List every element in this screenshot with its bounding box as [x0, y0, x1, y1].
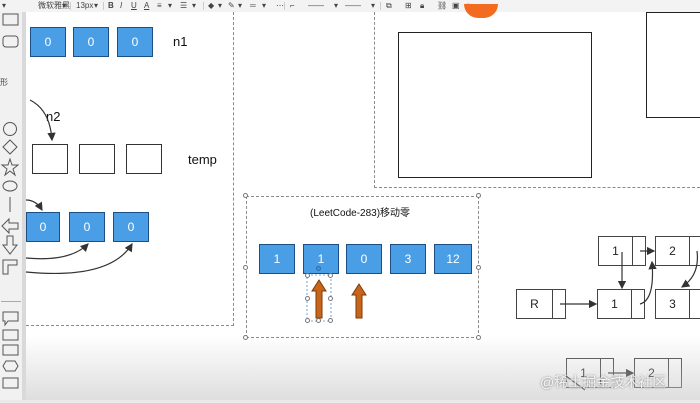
container-handle[interactable]: [476, 335, 481, 340]
resize-handle[interactable]: [305, 318, 310, 323]
container-handle[interactable]: [476, 265, 481, 270]
resize-handle[interactable]: [305, 273, 310, 278]
list-connector: [639, 260, 657, 305]
resize-handle[interactable]: [328, 273, 333, 278]
container-handle[interactable]: [243, 265, 248, 270]
temp-connector: [25, 199, 43, 212]
resize-handle[interactable]: [316, 318, 321, 323]
resize-handle[interactable]: [316, 266, 321, 271]
container-handle[interactable]: [243, 335, 248, 340]
pointer-arrow-up-icon: [311, 279, 327, 319]
n2-connector: [29, 99, 56, 142]
connectors-layer: [25, 99, 699, 391]
pointer-arrow-up-icon: [351, 283, 367, 319]
resize-handle[interactable]: [305, 296, 310, 301]
container-handle[interactable]: [476, 193, 481, 198]
watermark: @稀土掘金技术社区: [540, 374, 667, 390]
list-connector: [681, 250, 699, 288]
container-handle[interactable]: [243, 193, 248, 198]
resize-handle[interactable]: [328, 296, 333, 301]
resize-handle[interactable]: [328, 318, 333, 323]
curve-connector-1: [25, 243, 89, 260]
